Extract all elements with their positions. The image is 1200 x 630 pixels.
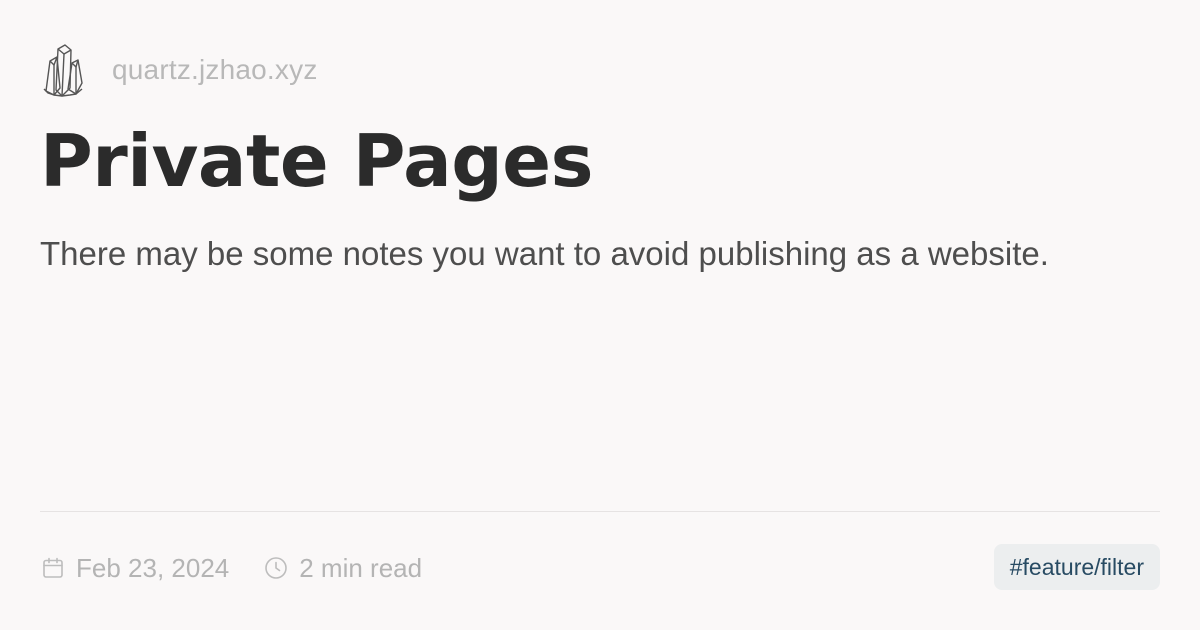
page-title: Private Pages <box>40 119 593 203</box>
page-meta: Feb 23, 2024 2 min read <box>40 548 422 588</box>
reading-time: 2 min read <box>263 553 422 584</box>
page-description: There may be some notes you want to avoi… <box>40 235 1049 272</box>
reading-time-text: 2 min read <box>299 552 423 583</box>
site-name[interactable]: quartz.jzhao.xyz <box>112 54 318 86</box>
clock-icon <box>263 555 289 581</box>
crystal-cluster-icon[interactable] <box>40 38 96 102</box>
calendar-icon <box>40 555 66 581</box>
publish-date-text: Feb 23, 2024 <box>76 552 230 583</box>
publish-date: Feb 23, 2024 <box>40 553 229 584</box>
footer-divider <box>40 511 1160 512</box>
site-header: quartz.jzhao.xyz <box>40 38 318 102</box>
tag-feature-filter[interactable]: #feature/filter <box>993 544 1160 590</box>
